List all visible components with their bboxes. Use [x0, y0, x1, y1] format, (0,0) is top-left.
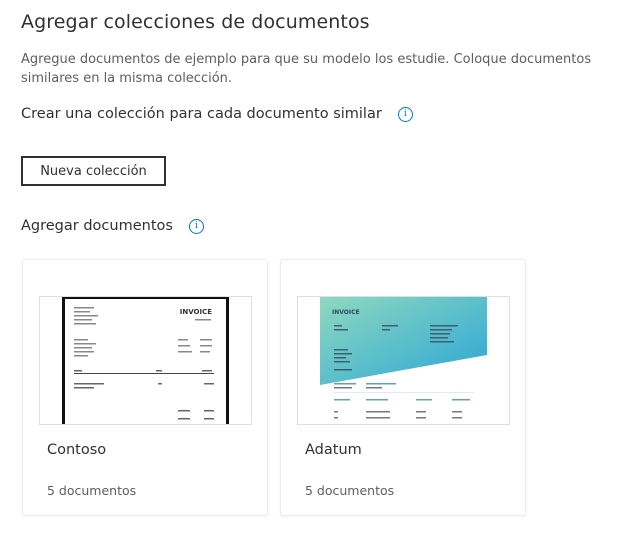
thumbnail-heading: INVOICE — [180, 308, 212, 316]
contoso-invoice-thumbnail: INVOICE — [39, 296, 252, 425]
card-document-count: 5 documentos — [47, 483, 137, 498]
card-document-count: 5 documentos — [305, 483, 395, 498]
page-title: Agregar colecciones de documentos — [21, 11, 370, 33]
thumbnail-heading: INVOICE — [332, 309, 360, 316]
documents-section-heading: Agregar documentos i — [21, 218, 204, 234]
invoice-preview-icon: INVOICE — [62, 297, 229, 424]
card-title: Contoso — [47, 442, 107, 458]
card-title: Adatum — [305, 442, 362, 458]
info-icon[interactable]: i — [397, 106, 413, 122]
documents-heading-text: Agregar documentos — [21, 218, 173, 234]
collection-heading-text: Crear una colección para cada documento … — [21, 106, 382, 122]
document-card-contoso[interactable]: INVOICE Contoso 5 documentos — [22, 259, 268, 516]
invoice-preview-icon: INVOICE — [320, 297, 487, 419]
info-icon[interactable]: i — [188, 218, 204, 234]
collection-section-heading: Crear una colección para cada documento … — [21, 106, 413, 122]
document-card-adatum[interactable]: INVOICE Adatum 5 documentos — [280, 259, 526, 516]
page-description: Agregue documentos de ejemplo para que s… — [21, 52, 592, 86]
adatum-invoice-thumbnail: INVOICE — [297, 296, 510, 425]
new-collection-button[interactable]: Nueva colección — [21, 156, 166, 186]
